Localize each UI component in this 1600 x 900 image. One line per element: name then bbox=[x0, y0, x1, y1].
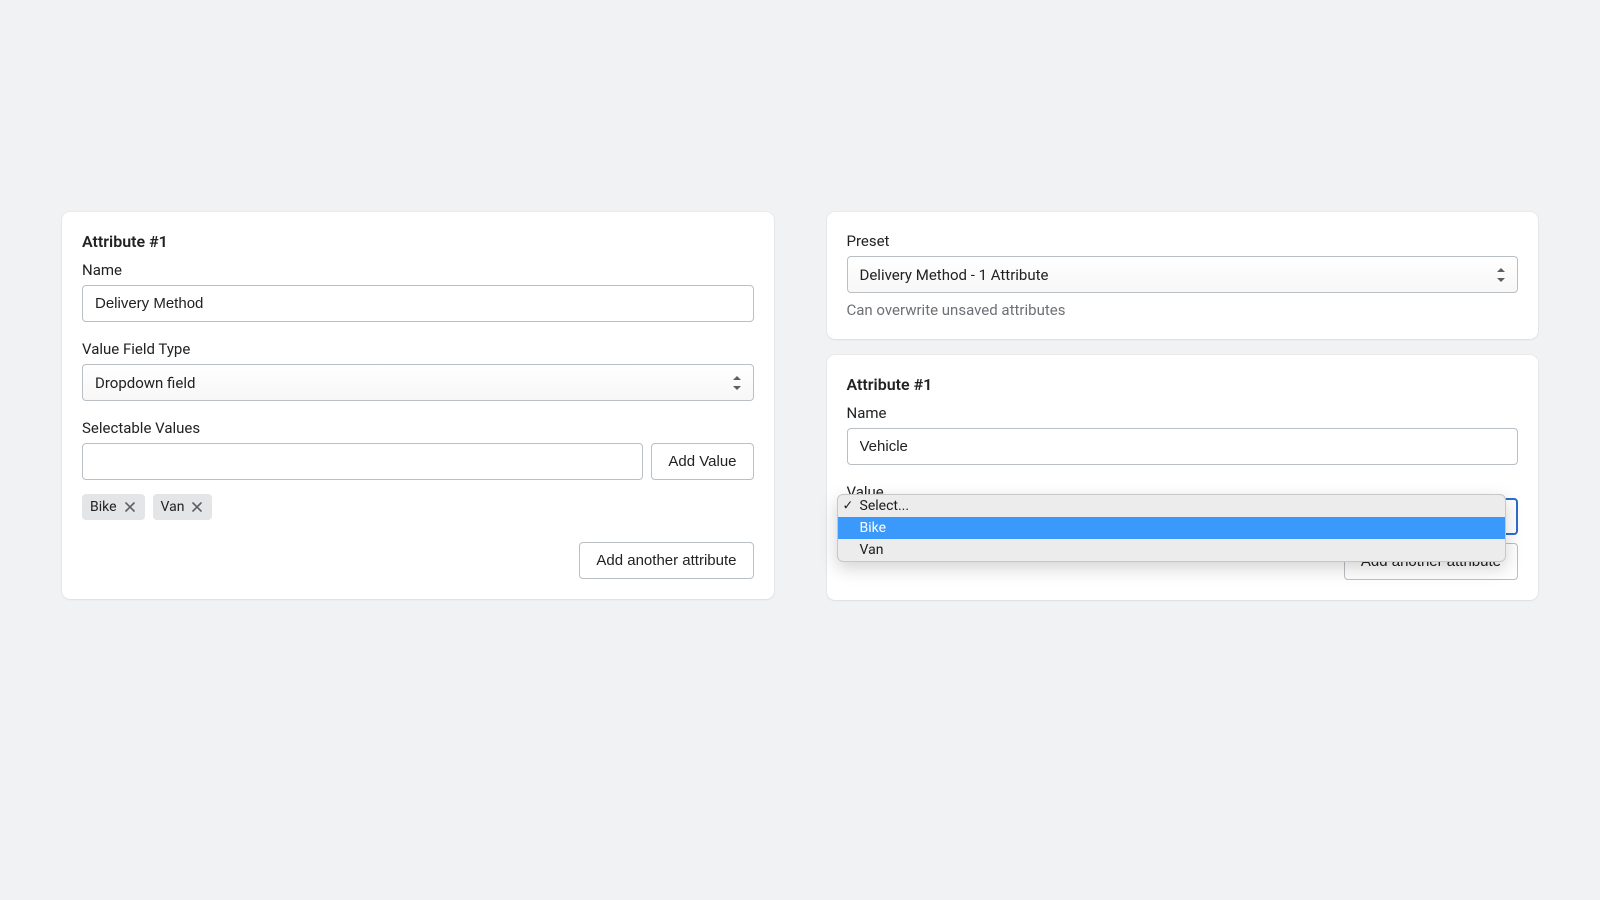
tag-label: Bike bbox=[90, 499, 117, 515]
value-field-type-value: Dropdown field bbox=[95, 374, 195, 392]
add-another-attribute-button[interactable]: Add another attribute bbox=[579, 542, 753, 579]
name-section: Name bbox=[82, 261, 754, 322]
tags-list: Bike Van bbox=[82, 494, 754, 520]
attribute-title: Attribute #1 bbox=[82, 232, 754, 251]
dropdown-option[interactable]: Van bbox=[838, 539, 1506, 561]
value-field-type-select[interactable]: Dropdown field bbox=[82, 364, 754, 401]
selectable-values-input[interactable] bbox=[82, 443, 643, 480]
preset-card: Preset Delivery Method - 1 Attribute Can… bbox=[827, 212, 1539, 339]
preset-select[interactable]: Delivery Method - 1 Attribute bbox=[847, 256, 1519, 293]
tag: Van bbox=[153, 494, 213, 520]
name-input[interactable] bbox=[847, 428, 1519, 465]
preset-value: Delivery Method - 1 Attribute bbox=[860, 266, 1049, 284]
name-label: Name bbox=[847, 404, 1519, 422]
value-field-type-section: Value Field Type Dropdown field bbox=[82, 340, 754, 401]
selectable-values-label: Selectable Values bbox=[82, 419, 754, 437]
value-dropdown-menu: ✓ Select... BikeVan bbox=[837, 494, 1507, 562]
add-value-button[interactable]: Add Value bbox=[651, 443, 753, 480]
dropdown-placeholder-text: Select... bbox=[860, 498, 910, 514]
tag-label: Van bbox=[161, 499, 185, 515]
preset-helper: Can overwrite unsaved attributes bbox=[847, 301, 1519, 319]
preset-label: Preset bbox=[847, 232, 1519, 250]
attribute-title: Attribute #1 bbox=[847, 375, 1519, 394]
close-icon[interactable] bbox=[123, 500, 137, 514]
tag: Bike bbox=[82, 494, 145, 520]
value-field-type-label: Value Field Type bbox=[82, 340, 754, 358]
dropdown-option[interactable]: Bike bbox=[838, 517, 1506, 539]
checkmark-icon: ✓ bbox=[843, 499, 854, 514]
selectable-values-section: Selectable Values Add Value Bike Van bbox=[82, 419, 754, 520]
attribute-card-right: Attribute #1 Name Value ✓ Select... Bike… bbox=[827, 355, 1539, 600]
attribute-card-left: Attribute #1 Name Value Field Type Dropd… bbox=[62, 212, 774, 599]
name-label: Name bbox=[82, 261, 754, 279]
name-input[interactable] bbox=[82, 285, 754, 322]
dropdown-option-placeholder[interactable]: ✓ Select... bbox=[838, 495, 1506, 517]
close-icon[interactable] bbox=[190, 500, 204, 514]
name-section: Name bbox=[847, 404, 1519, 465]
left-column: Attribute #1 Name Value Field Type Dropd… bbox=[62, 212, 774, 600]
right-column: Preset Delivery Method - 1 Attribute Can… bbox=[827, 212, 1539, 600]
